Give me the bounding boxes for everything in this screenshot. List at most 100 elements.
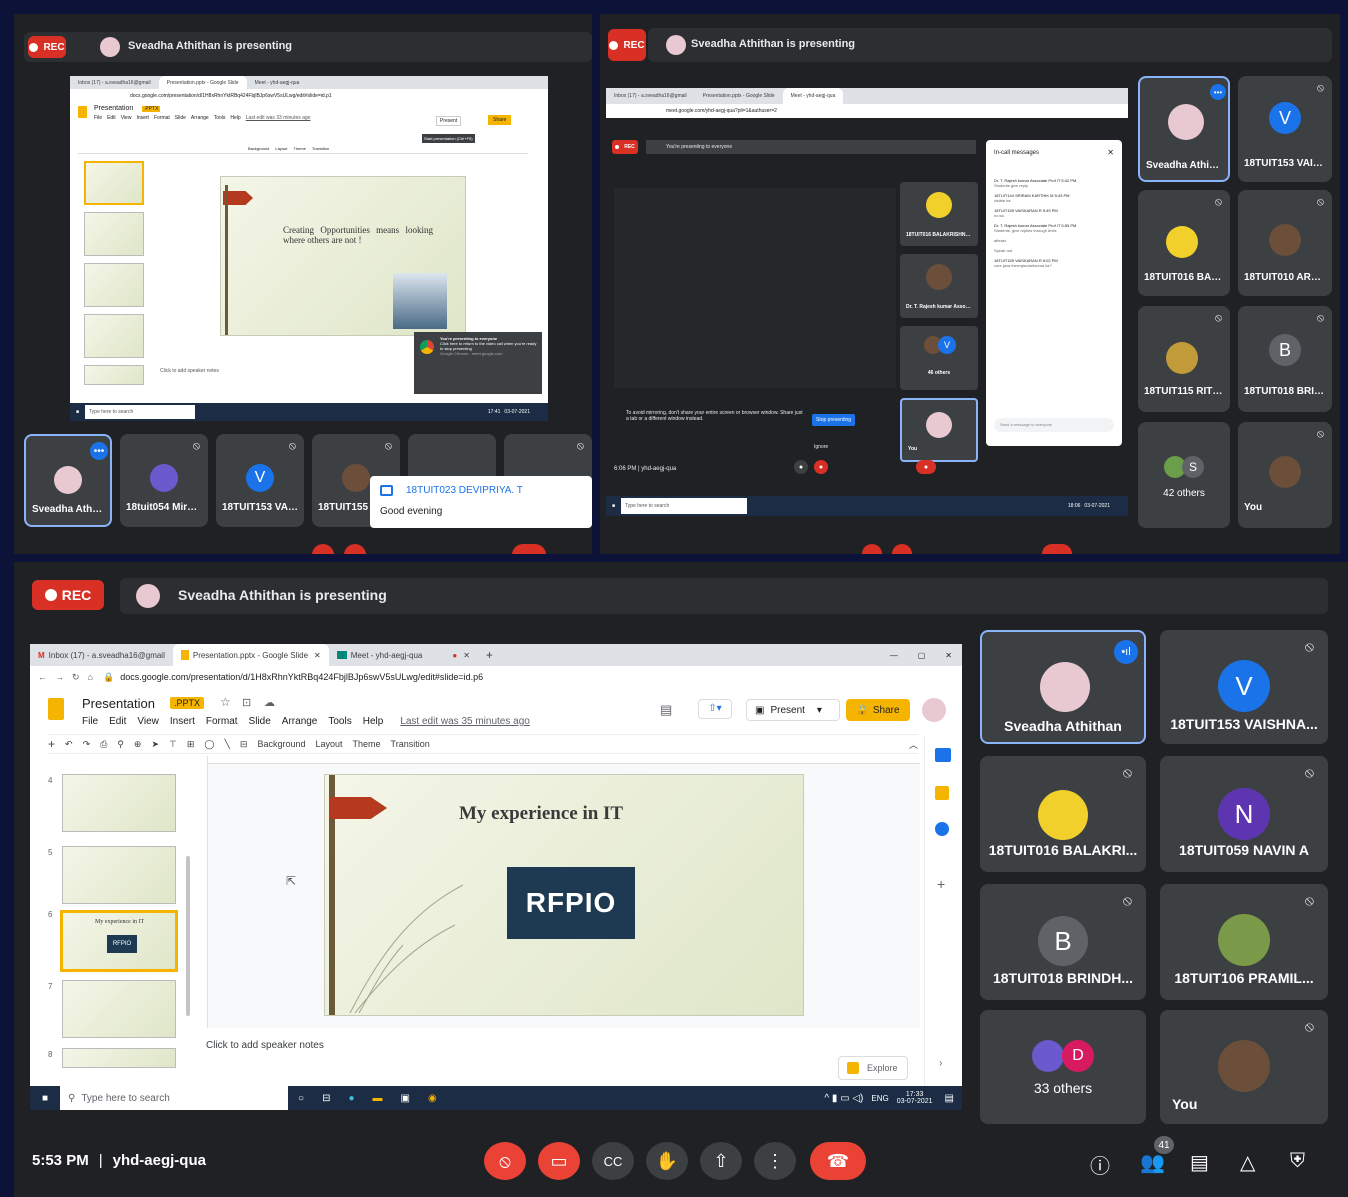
slide-thumbnail[interactable]: [84, 263, 144, 307]
participant-tile[interactable]: ⦸ 18TUIT106 PRAMIL...: [1160, 884, 1328, 1000]
toolbar-background[interactable]: Background: [257, 739, 305, 749]
info-icon[interactable]: ⓘ: [1090, 1150, 1110, 1179]
speaker-notes[interactable]: Click to add speaker notes: [160, 368, 219, 374]
present-now-button[interactable]: ⇧: [700, 1142, 742, 1180]
shape-icon[interactable]: ◯: [204, 739, 214, 750]
comment-icon[interactable]: ⊟: [240, 739, 248, 750]
tab-close-icon[interactable]: ✕: [463, 651, 470, 660]
collapse-icon[interactable]: ︿: [909, 738, 918, 751]
back-icon[interactable]: ←: [38, 672, 47, 682]
participant-tile[interactable]: ⦸ You: [1160, 1010, 1328, 1124]
minimize-icon[interactable]: —: [890, 651, 898, 660]
chat-icon[interactable]: ▤: [1190, 1150, 1209, 1175]
inner-participant-tile[interactable]: V 46 others: [900, 326, 978, 390]
url-text[interactable]: docs.google.com/presentation/d/1H8xRhnYk…: [120, 672, 483, 682]
edge-icon[interactable]: ●: [348, 1093, 354, 1104]
tab-slides[interactable]: Presentation.pptx - Google Slide: [695, 88, 783, 104]
slide-thumbnail[interactable]: [62, 774, 176, 832]
new-slide-icon[interactable]: +: [48, 737, 55, 751]
participant-tile[interactable]: N ⦸ 18TUIT059 NAVIN A: [1160, 756, 1328, 872]
menu-arrange[interactable]: Arrange: [282, 716, 318, 727]
menu-edit[interactable]: Edit: [109, 716, 126, 727]
menu-help[interactable]: Help: [363, 716, 384, 727]
hangup-button[interactable]: [1042, 544, 1072, 554]
new-tab-button[interactable]: +: [478, 644, 501, 666]
mic-off-button[interactable]: ⦸: [484, 1142, 526, 1180]
tab-close-icon[interactable]: ✕: [314, 651, 321, 660]
windows-start-icon[interactable]: ■: [76, 409, 79, 415]
camera-button[interactable]: [892, 544, 912, 554]
toolbar-layout[interactable]: Layout: [275, 146, 287, 151]
host-controls-icon[interactable]: ⛨: [1290, 1150, 1305, 1173]
textbox-icon[interactable]: ⊤: [169, 739, 177, 750]
participant-tile[interactable]: V ⦸ 18TUIT153 VAISHNA...: [1238, 76, 1332, 182]
present-to-meet-button[interactable]: ⇧▾: [698, 699, 732, 719]
comments-icon[interactable]: ▤: [660, 702, 672, 718]
windows-start-icon[interactable]: ■: [612, 503, 615, 509]
chrome-taskbar-icon[interactable]: ◉: [428, 1093, 437, 1104]
participant-tile[interactable]: ⦸ 18tuit054 Mirut...: [120, 434, 208, 527]
menu-tools[interactable]: Tools: [214, 115, 226, 121]
keep-icon[interactable]: [935, 786, 949, 800]
share-button[interactable]: Share: [488, 115, 512, 125]
participant-tile[interactable]: ••• Sveadha Athithan: [1138, 76, 1230, 182]
explorer-icon[interactable]: ▬: [373, 1093, 383, 1104]
participant-tile[interactable]: V ⦸ 18TUIT153 VAIS...: [216, 434, 304, 527]
mic-button[interactable]: [312, 544, 334, 554]
share-button[interactable]: 🔒 Share: [846, 699, 910, 721]
tasks-icon[interactable]: [935, 822, 949, 836]
participant-tile[interactable]: B ⦸ 18TUIT018 BRINDH...: [980, 884, 1146, 1000]
slide-thumbnail[interactable]: [62, 1048, 176, 1068]
tab-inbox[interactable]: M Inbox (17) - a.sveadha16@gmail: [30, 644, 173, 666]
menu-slide[interactable]: Slide: [175, 115, 186, 121]
chat-toast[interactable]: 18TUIT023 DEVIPRIYA. T Good evening: [370, 476, 592, 528]
camera-button[interactable]: ●: [814, 460, 828, 474]
menu-help[interactable]: Help: [230, 115, 240, 121]
slide-canvas[interactable]: Creating Opportunities means looking whe…: [220, 176, 466, 336]
tab-meet[interactable]: Meet - yhd-aegj-qua: [782, 88, 844, 104]
taskbar-search[interactable]: Type here to search: [621, 498, 748, 514]
taskbar-search[interactable]: Type here to search: [85, 405, 196, 419]
menu-arrange[interactable]: Arrange: [191, 115, 209, 121]
participant-tile[interactable]: ⦸ 18TUIT016 BALAKRI...: [1138, 190, 1230, 296]
hangup-button[interactable]: [512, 544, 546, 554]
close-icon[interactable]: ✕: [1107, 148, 1114, 157]
menu-file[interactable]: File: [82, 716, 98, 727]
address-bar[interactable]: docs.google.com/presentation/d/1H8xRhnYk…: [70, 89, 548, 102]
tab-meet[interactable]: Meet - yhd-aegj-qua ● ✕: [329, 644, 478, 666]
menu-insert[interactable]: Insert: [136, 115, 149, 121]
doc-title[interactable]: Presentation: [94, 105, 133, 112]
zoom-icon[interactable]: ⊕: [134, 739, 142, 750]
mic-button[interactable]: [862, 544, 882, 554]
cortana-icon[interactable]: ○: [298, 1093, 304, 1104]
tab-meet[interactable]: Meet - yhd-aegj-qua: [247, 76, 308, 89]
menu-format[interactable]: Format: [154, 115, 170, 121]
more-options-button[interactable]: ⋮: [754, 1142, 796, 1180]
notification-icon[interactable]: ▤: [945, 1093, 954, 1104]
undo-icon[interactable]: ↶: [65, 739, 73, 750]
forward-icon[interactable]: →: [55, 672, 64, 682]
maximize-icon[interactable]: ▢: [918, 651, 926, 660]
paint-format-icon[interactable]: ⚲: [117, 739, 124, 750]
add-addon-icon[interactable]: +: [937, 876, 945, 892]
tab-slides[interactable]: Presentation.pptx - Google Slide ✕: [172, 644, 329, 666]
toolbar-theme[interactable]: Theme: [293, 146, 305, 151]
star-icon[interactable]: ☆: [220, 695, 231, 709]
camera-off-button[interactable]: ▭: [538, 1142, 580, 1180]
menu-file[interactable]: File: [94, 115, 102, 121]
menu-slide[interactable]: Slide: [249, 716, 271, 727]
task-view-icon[interactable]: ⊟: [322, 1093, 330, 1104]
menu-format[interactable]: Format: [206, 716, 238, 727]
slide-canvas[interactable]: My experience in IT RFPIO: [324, 774, 804, 1016]
menu-insert[interactable]: Insert: [170, 716, 195, 727]
menu-edit[interactable]: Edit: [107, 115, 116, 121]
menu-view[interactable]: View: [121, 115, 132, 121]
slide-thumbnail[interactable]: [84, 161, 144, 205]
inner-participant-tile[interactable]: You: [900, 398, 978, 462]
meeting-code[interactable]: yhd-aegj-qua: [113, 1152, 206, 1169]
address-bar[interactable]: meet.google.com/yhd-aegj-qua?pli=1&authu…: [606, 104, 1128, 118]
tab-inbox[interactable]: Inbox (17) - a.sveadha16@gmail: [606, 88, 695, 104]
camera-button[interactable]: [344, 544, 366, 554]
present-button[interactable]: ▣ Present ▾: [746, 699, 840, 721]
toolbar-theme[interactable]: Theme: [353, 739, 381, 749]
